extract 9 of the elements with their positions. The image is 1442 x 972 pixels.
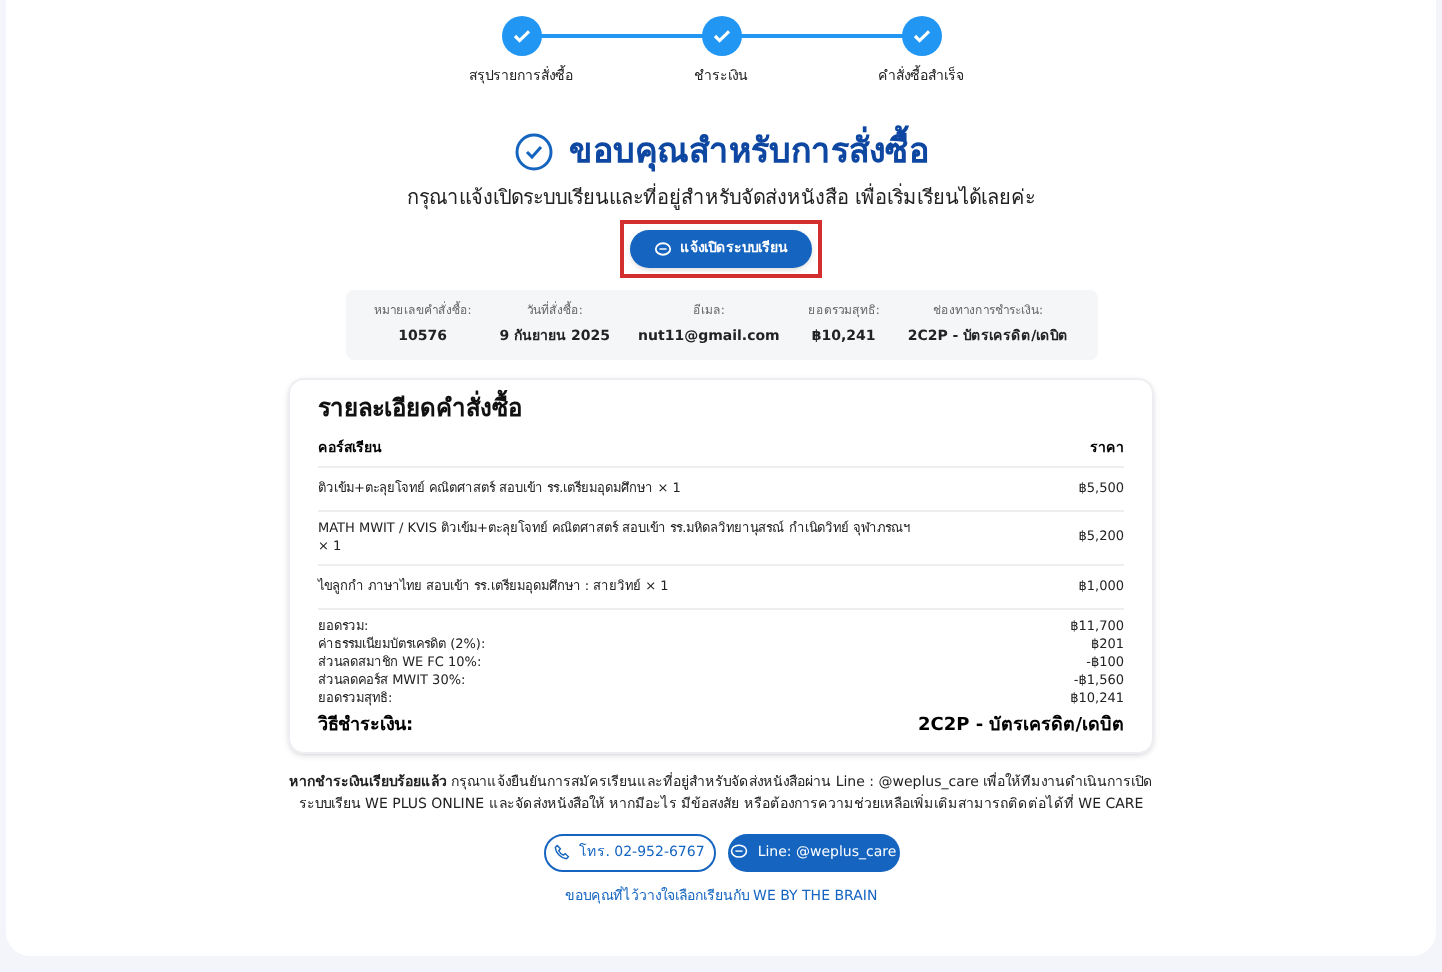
check-circle-icon (513, 132, 553, 173)
card-title: รายละเอียดคำสั่งซื้อ (318, 389, 524, 425)
instruction-text: กรุณาแจ้งเปิดระบบเรียนและที่อยู่สำหรับจัดส่งหนังสือ เพื่อเริ่มเรียนได้เลยค่ะ (406, 186, 1036, 212)
chat-icon (729, 844, 748, 860)
chat-icon (654, 240, 672, 258)
payment-label: วิธีชำระเงิน: (318, 714, 414, 740)
phone-icon (553, 844, 570, 860)
payment-value: 2C2P - บัตรเครดิต/เดบิต (917, 714, 1124, 740)
page-title: ขอบคุณสำหรับการสั่งซื้อ (569, 127, 929, 178)
